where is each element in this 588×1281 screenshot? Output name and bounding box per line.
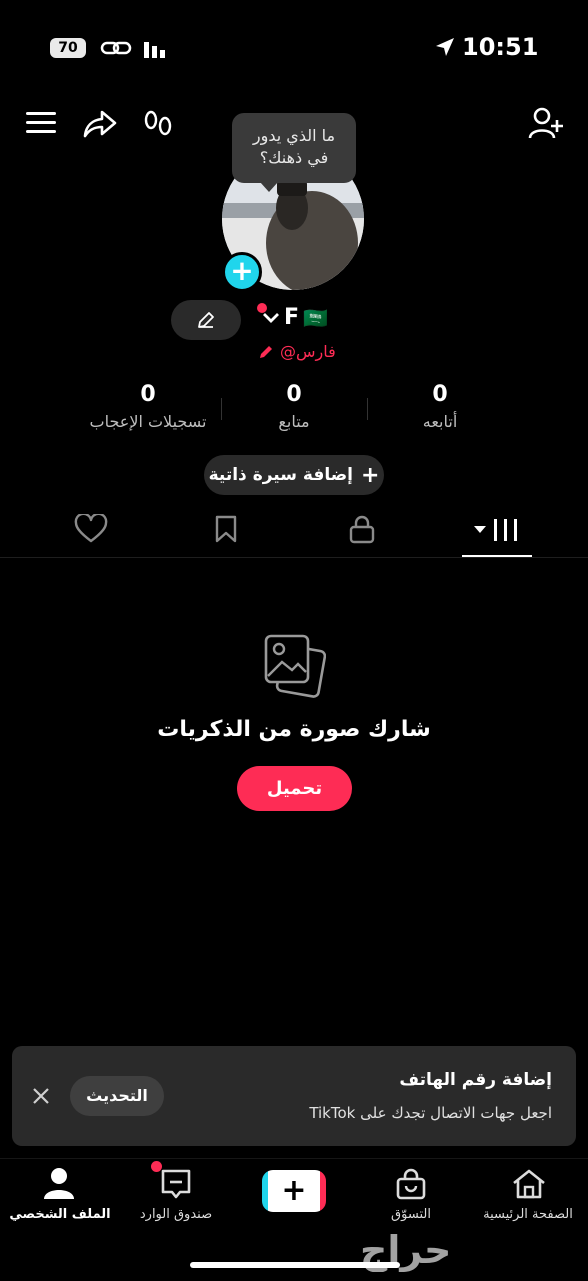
inbox-icon[interactable] [160, 1168, 192, 1200]
tooltip-tail [260, 182, 278, 192]
add-story-button[interactable]: + [222, 252, 262, 292]
tooltip-line2: في ذهنك؟ [259, 148, 329, 167]
tab-videos[interactable] [472, 516, 522, 544]
username-row[interactable]: F 🇸🇦 [262, 305, 328, 330]
add-friend-icon[interactable] [528, 106, 564, 140]
nav-inbox-label[interactable]: صندوق الوارد [116, 1207, 236, 1222]
status-time: 10:51 [462, 33, 539, 61]
bookmark-icon [214, 514, 238, 544]
close-icon[interactable] [31, 1086, 51, 1106]
likes-label[interactable]: تسجيلات الإعجاب [68, 412, 228, 431]
home-icon[interactable] [511, 1168, 547, 1200]
profile-icon[interactable] [43, 1166, 75, 1200]
photos-icon [262, 632, 326, 698]
shop-icon[interactable] [395, 1168, 427, 1200]
create-button[interactable]: + [262, 1170, 326, 1212]
banner-title: إضافة رقم الهاتف [399, 1070, 552, 1090]
followers-count[interactable]: 0 [234, 382, 354, 407]
likes-count[interactable]: 0 [88, 382, 208, 407]
update-button[interactable]: التحديث [70, 1076, 164, 1116]
battery-indicator: 70 [50, 38, 86, 58]
link-icon [100, 38, 132, 58]
lock-icon [348, 514, 376, 544]
heart-icon [74, 514, 108, 544]
pen-icon [258, 344, 276, 360]
add-bio-button[interactable]: إضافة سيرة ذاتية + [204, 455, 384, 495]
tabs-divider [0, 557, 588, 558]
edit-profile-button[interactable] [171, 300, 241, 340]
grid-icon [472, 516, 522, 544]
tooltip-line1: ما الذي يدور [252, 126, 336, 145]
nav-home-label[interactable]: الصفحة الرئيسية [468, 1207, 588, 1222]
handle: @فارس [280, 342, 336, 361]
plus-icon: + [360, 462, 380, 488]
location-icon [434, 36, 456, 58]
tab-liked[interactable] [74, 514, 108, 544]
following-label[interactable]: أتابعه [360, 412, 520, 431]
upload-button[interactable]: تحميل [237, 766, 352, 811]
nav-shop-label[interactable]: التسوّق [351, 1207, 471, 1222]
followers-label[interactable]: متابع [214, 412, 374, 431]
signal-icon [144, 40, 172, 58]
empty-state-title: شارك صورة من الذكريات [157, 717, 431, 742]
username: F [284, 305, 300, 330]
menu-icon[interactable] [26, 110, 56, 136]
chevron-down-icon[interactable] [262, 311, 280, 325]
status-tooltip[interactable]: ما الذي يدور في ذهنك؟ [232, 113, 356, 183]
flag-icon: 🇸🇦 [303, 305, 328, 330]
pencil-icon [196, 310, 216, 330]
tab-saved[interactable] [214, 514, 238, 544]
handle-row: @فارس [258, 342, 336, 361]
following-count[interactable]: 0 [380, 382, 500, 407]
nav-profile-label[interactable]: الملف الشخصي [0, 1207, 120, 1222]
tab-private[interactable] [348, 514, 376, 544]
inbox-badge [151, 1161, 162, 1172]
share-icon[interactable] [82, 108, 118, 140]
add-bio-label: إضافة سيرة ذاتية [208, 465, 353, 485]
home-indicator[interactable] [190, 1262, 400, 1268]
footprints-icon[interactable] [142, 108, 174, 140]
banner-subtitle: اجعل جهات الاتصال تجدك على TikTok [309, 1104, 552, 1122]
